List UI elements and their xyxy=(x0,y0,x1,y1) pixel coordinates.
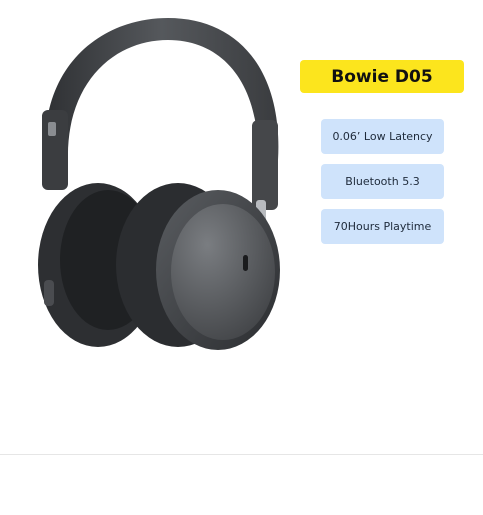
headphones-image xyxy=(38,18,280,350)
product-title: Bowie D05 xyxy=(300,60,464,93)
feature-badge-bluetooth: Bluetooth 5.3 xyxy=(321,164,444,199)
feature-badge-playtime: 70Hours Playtime xyxy=(321,209,444,244)
feature-badge-latency: 0.06’ Low Latency xyxy=(321,119,444,154)
section-divider xyxy=(0,454,483,455)
